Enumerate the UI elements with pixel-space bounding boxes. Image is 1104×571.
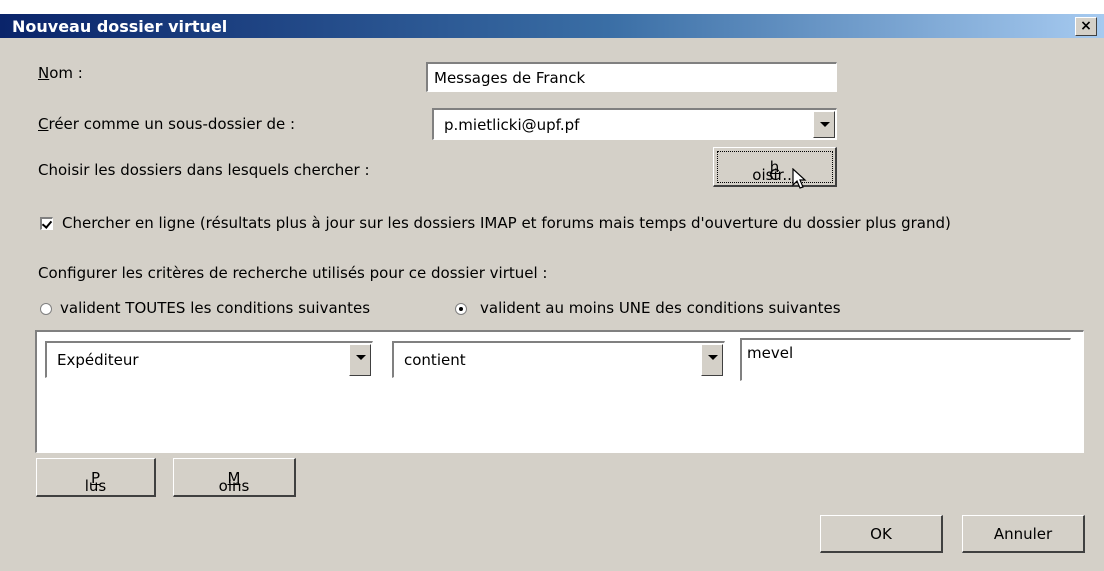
criteria-value-input[interactable]: mevel [740, 338, 1071, 381]
match-all-radio[interactable] [40, 303, 52, 315]
name-label: Nom : [38, 64, 83, 82]
match-any-radio[interactable] [455, 303, 467, 315]
parent-folder-select[interactable]: p.mietlicki@upf.pf [432, 108, 837, 140]
criteria-operator-select[interactable]: contient [392, 341, 725, 378]
background-text-strip [0, 0, 1104, 14]
chevron-down-icon[interactable] [349, 344, 371, 376]
criteria-label: Configurer les critères de recherche uti… [38, 264, 548, 282]
cancel-button[interactable]: Annuler [962, 515, 1085, 553]
criteria-field-value: Expéditeur [57, 351, 139, 369]
match-all-label: valident TOUTES les conditions suivantes [60, 299, 371, 317]
name-input[interactable]: Messages de Franck [426, 62, 837, 92]
criteria-operator-value: contient [404, 351, 466, 369]
online-search-checkbox[interactable] [40, 217, 53, 230]
chevron-down-icon[interactable] [701, 344, 723, 376]
match-any-label: valident au moins UNE des conditions sui… [480, 299, 841, 317]
less-button[interactable]: Moins [173, 458, 296, 497]
parent-folder-label: Créer comme un sous-dossier de : [38, 115, 296, 133]
criteria-field-select[interactable]: Expéditeur [45, 341, 373, 378]
criteria-value-text: mevel [747, 344, 794, 362]
close-icon[interactable]: × [1075, 17, 1097, 36]
dialog-title: Nouveau dossier virtuel [12, 17, 228, 36]
choose-folders-button[interactable]: Ch oisir... [713, 147, 837, 187]
dialog-window [0, 14, 1104, 571]
choose-folders-label: Choisir les dossiers dans lesquels cherc… [38, 161, 370, 179]
ok-button[interactable]: OK [820, 515, 943, 553]
parent-folder-value: p.mietlicki@upf.pf [444, 116, 580, 134]
mouse-pointer-icon [792, 168, 807, 189]
chevron-down-icon[interactable] [813, 111, 835, 138]
name-input-value: Messages de Franck [434, 69, 586, 87]
more-button[interactable]: Plus [36, 458, 156, 497]
online-search-label: Chercher en ligne (résultats plus à jour… [62, 214, 951, 232]
